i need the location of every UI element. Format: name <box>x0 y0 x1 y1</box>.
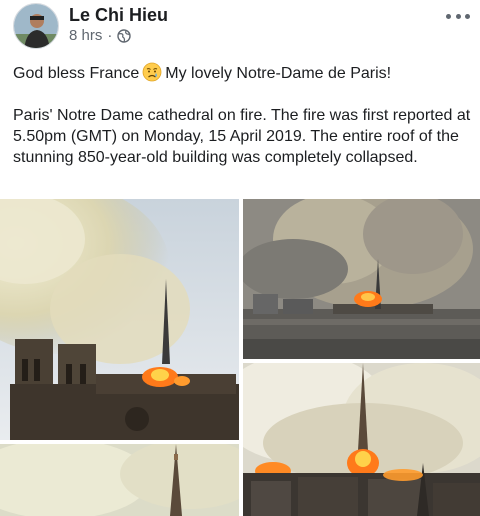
globe-icon[interactable] <box>117 28 132 43</box>
post-paragraph-2: Paris' Notre Dame cathedral on fire. The… <box>13 107 471 166</box>
photo-spire-in-smoke[interactable] <box>0 444 239 516</box>
post-line-1-start: God bless France <box>13 65 140 82</box>
meta-separator: · <box>107 27 113 44</box>
photo-burning-spire[interactable] <box>243 363 480 516</box>
crying-face-emoji-icon <box>142 62 162 82</box>
author-avatar[interactable] <box>13 3 59 49</box>
post-line-1-end: My lovely Notre-Dame de Paris! <box>165 65 392 82</box>
post-timestamp[interactable]: 8 hrs <box>69 27 102 44</box>
more-options-icon[interactable] <box>446 9 470 23</box>
post-meta: 8 hrs · <box>69 27 132 44</box>
photo-paris-skyline-smoke[interactable] <box>243 199 480 359</box>
photo-notre-dame-towers[interactable] <box>0 199 239 440</box>
post-line-1: God bless France My lovely Notre-Dame de… <box>13 62 471 84</box>
post-body: God bless France My lovely Notre-Dame de… <box>13 62 471 168</box>
author-name[interactable]: Le Chi Hieu <box>69 5 168 26</box>
post-header: Le Chi Hieu 8 hrs · <box>0 0 480 56</box>
